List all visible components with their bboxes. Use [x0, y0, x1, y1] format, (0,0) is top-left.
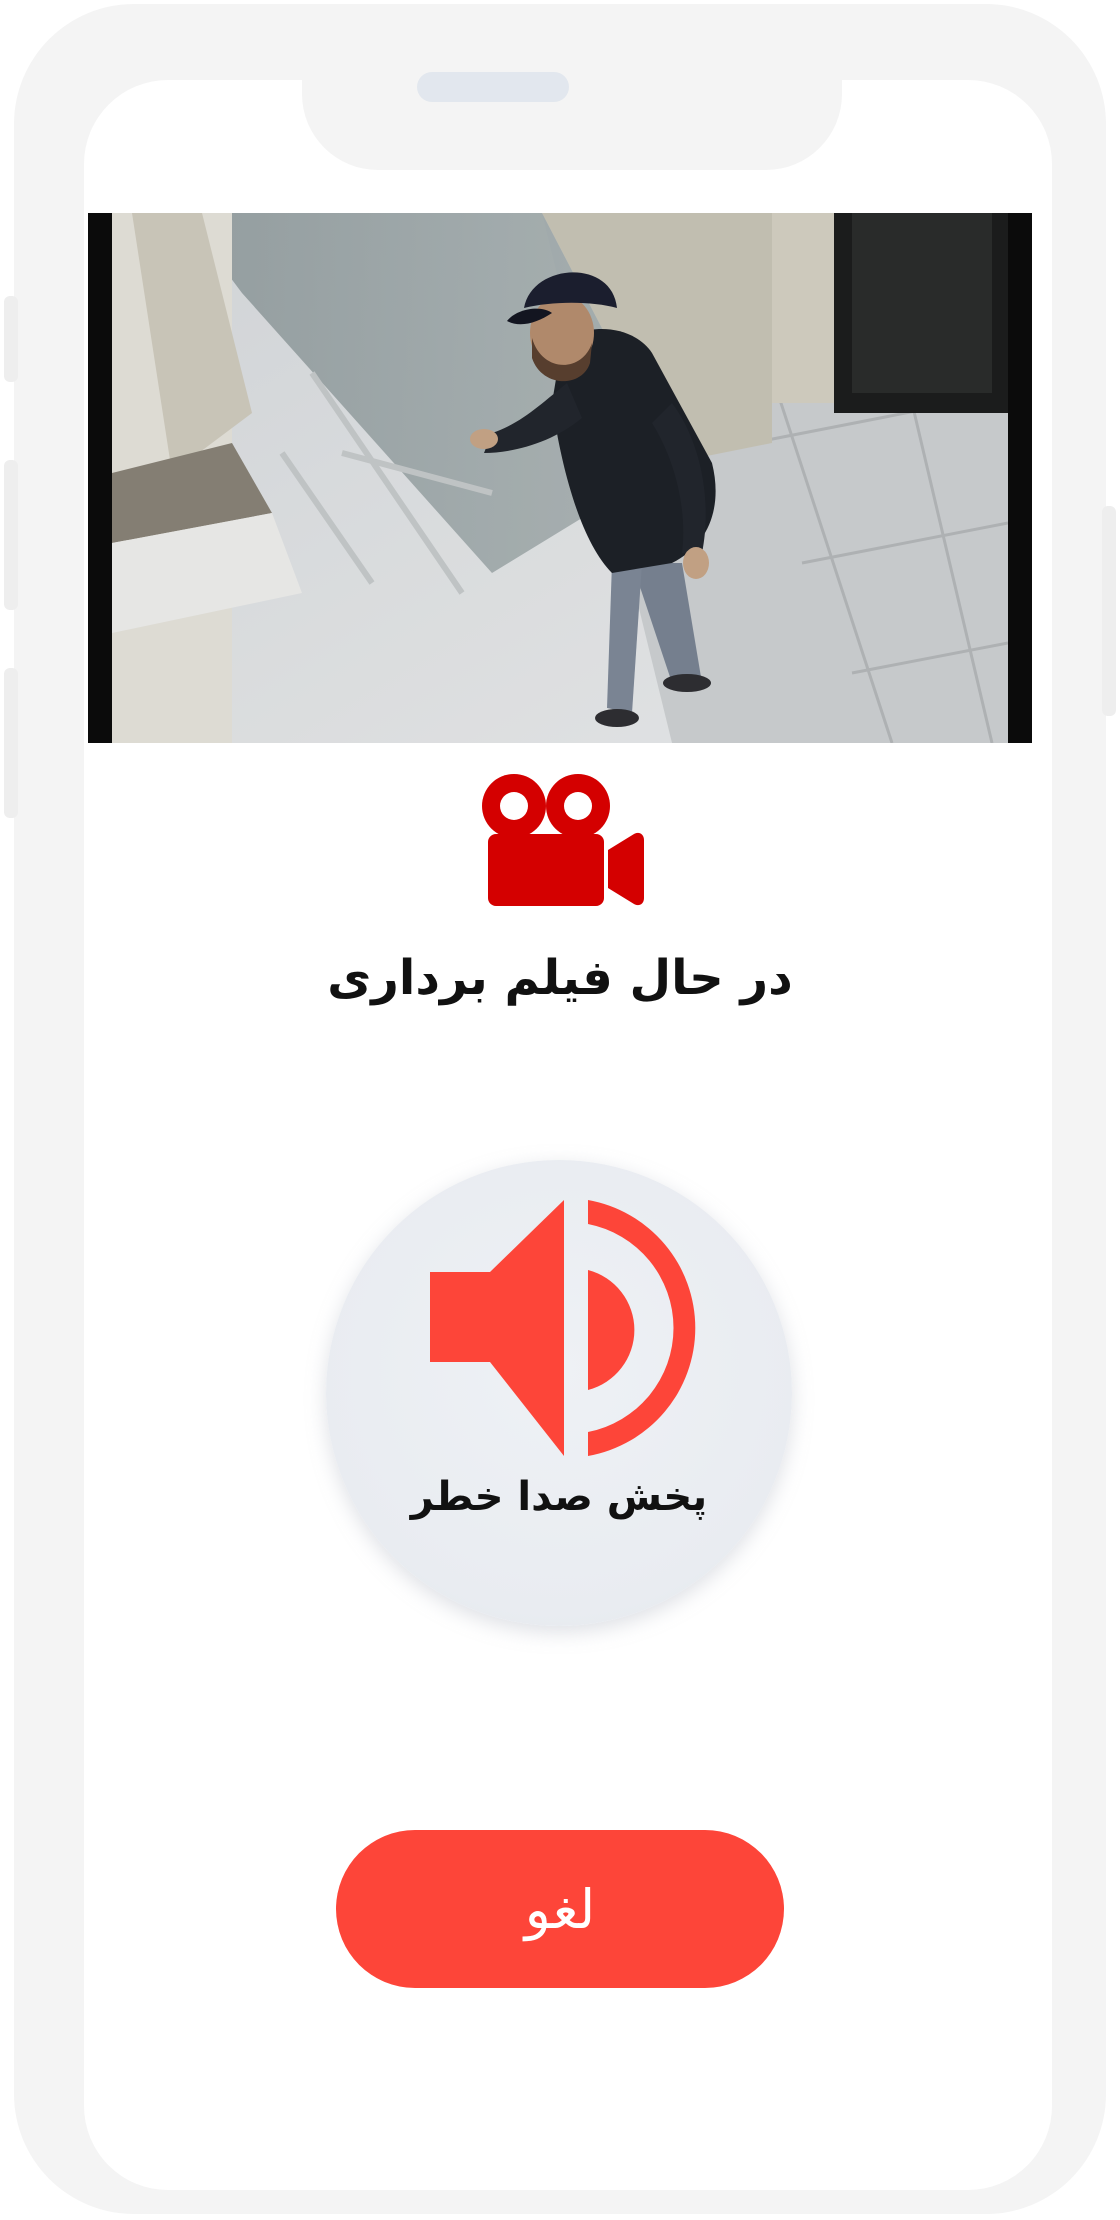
play-alarm-label: پخش صدا خطر [410, 1474, 708, 1520]
surveillance-scene-graphic [112, 213, 1008, 743]
speaker-volume-icon [430, 1200, 696, 1456]
phone-notch [302, 80, 842, 170]
phone-side-button [4, 460, 18, 610]
camera-feed-image [112, 213, 1008, 743]
phone-side-button [1102, 506, 1116, 716]
play-alarm-button[interactable]: پخش صدا خطر [326, 1160, 792, 1626]
app-page: در حال فیلم برداری پخش صدا خطر لغو [0, 0, 1120, 2220]
phone-side-button [4, 668, 18, 818]
cancel-button[interactable]: لغو [336, 1830, 784, 1988]
camera-live-feed[interactable] [88, 213, 1032, 743]
phone-side-button [4, 296, 18, 382]
phone-speaker-grille [417, 72, 569, 102]
video-camera-icon [482, 774, 644, 906]
recording-status-text: در حال فیلم برداری [327, 950, 793, 1006]
